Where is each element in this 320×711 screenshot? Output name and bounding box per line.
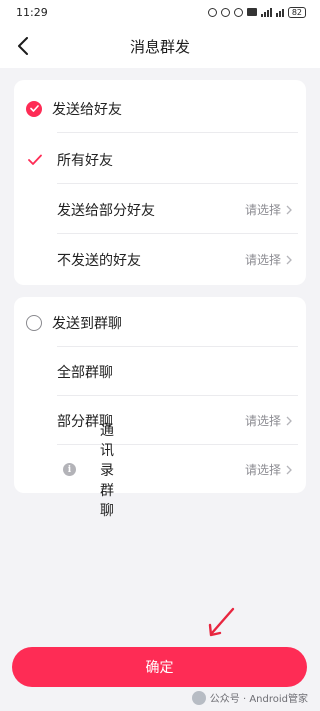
wechat-logo-icon <box>191 690 206 705</box>
friends-card: 发送给好友 所有好友 发送给部分好友 请选择 不发送的好友 请选择 <box>14 80 306 285</box>
headset-icon <box>207 7 217 17</box>
annotation-arrow-icon <box>208 607 235 637</box>
page-title: 消息群发 <box>129 37 190 56</box>
wifi-icon <box>275 8 284 17</box>
info-icon[interactable]: i <box>63 463 76 476</box>
partial-friends-label: 发送给部分好友 <box>57 202 155 219</box>
divider <box>57 132 298 133</box>
excluded-friends-option[interactable]: 不发送的好友 请选择 <box>14 235 306 284</box>
header: 消息群发 <box>0 24 320 68</box>
select-trailing: 请选择 <box>245 461 292 478</box>
chevron-right-icon <box>286 465 292 474</box>
back-button[interactable] <box>10 33 36 59</box>
groups-card: 发送到群聊 全部群聊 部分群聊 请选择 通讯录群聊 i 请选择 <box>14 297 306 519</box>
select-trailing: 请选择 <box>245 201 292 218</box>
status-bar: 11:29 82 <box>0 0 320 24</box>
partial-friends-option[interactable]: 发送给部分好友 请选择 <box>14 185 306 234</box>
signal-icon <box>260 7 272 17</box>
select-hint: 请选择 <box>244 203 281 217</box>
chevron-right-icon <box>286 205 292 214</box>
contacts-groups-label: 通讯录群聊 <box>100 422 114 519</box>
select-hint: 请选择 <box>244 253 281 267</box>
all-groups-label: 全部群聊 <box>57 364 113 381</box>
divider <box>57 183 298 184</box>
check-icon <box>28 154 42 165</box>
chevron-left-icon <box>18 37 28 55</box>
radio-unchecked-icon <box>26 314 42 331</box>
battery-icon: 82 <box>287 6 306 18</box>
all-groups-option[interactable]: 全部群聊 <box>14 347 306 396</box>
send-to-friends-option[interactable]: 发送给好友 <box>14 84 306 133</box>
alarm-icon <box>220 7 230 17</box>
excluded-friends-label: 不发送的好友 <box>57 252 141 269</box>
select-trailing: 请选择 <box>245 251 292 268</box>
status-time: 11:29 <box>16 5 48 19</box>
divider <box>57 233 298 234</box>
watermark-text: 公众号 · Android管家 <box>209 694 308 705</box>
hd-icon <box>246 8 257 16</box>
chevron-right-icon <box>286 416 292 425</box>
send-to-groups-label: 发送到群聊 <box>52 315 122 332</box>
select-trailing: 请选择 <box>245 412 292 429</box>
watermark: 公众号 · Android管家 <box>191 690 308 705</box>
send-to-friends-label: 发送给好友 <box>52 101 122 118</box>
select-hint: 请选择 <box>244 414 281 428</box>
status-icons: 82 <box>207 6 306 18</box>
chevron-right-icon <box>286 255 292 264</box>
contacts-groups-option[interactable]: 通讯录群聊 i 请选择 <box>14 423 306 519</box>
radio-checked-icon <box>26 100 42 117</box>
send-to-groups-option[interactable]: 发送到群聊 <box>14 298 306 347</box>
mute-icon <box>233 7 243 17</box>
select-hint: 请选择 <box>244 463 281 477</box>
all-friends-label: 所有好友 <box>57 152 113 169</box>
partial-groups-option[interactable]: 部分群聊 请选择 <box>14 396 306 445</box>
all-friends-option[interactable]: 所有好友 <box>14 135 306 184</box>
confirm-button[interactable]: 确定 <box>12 647 307 687</box>
contacts-groups-label-wrap: 通讯录群聊 i <box>57 423 114 519</box>
